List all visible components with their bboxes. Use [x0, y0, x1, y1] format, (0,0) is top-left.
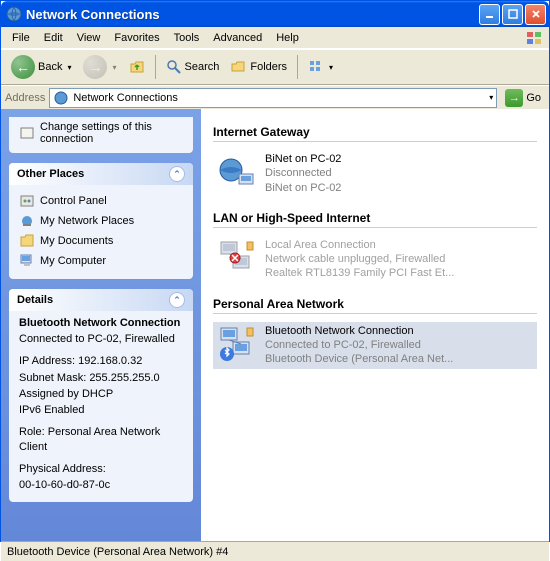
address-bar: Address Network Connections ▾ → Go [1, 85, 549, 109]
panel-header[interactable]: Details ⌃ [9, 289, 193, 311]
detail-mask: Subnet Mask: 255.255.255.0 [19, 370, 183, 386]
search-icon [166, 59, 182, 75]
details-panel: Details ⌃ Bluetooth Network Connection C… [9, 289, 193, 502]
close-button[interactable] [525, 4, 546, 25]
search-button[interactable]: Search [161, 56, 225, 78]
views-button[interactable]: ▾ [303, 56, 338, 78]
connection-device: Bluetooth Device (Personal Area Net... [265, 352, 453, 366]
address-label: Address [5, 92, 45, 104]
detail-mac: 00-10-60-d0-87-0c [19, 477, 183, 493]
bluetooth-pan-icon [217, 324, 257, 364]
forward-icon: → [83, 55, 107, 79]
back-icon: ← [11, 55, 35, 79]
connection-item-binet[interactable]: BiNet on PC-02 Disconnected BiNet on PC-… [213, 150, 537, 197]
toolbar: ← Back ▾ → ▾ Search Folders ▾ [1, 49, 549, 85]
detail-ipv6: IPv6 Enabled [19, 402, 183, 418]
location-icon [53, 90, 69, 106]
folders-icon [231, 59, 247, 75]
detail-dhcp: Assigned by DHCP [19, 386, 183, 402]
app-icon [6, 6, 22, 22]
windows-flag-icon [525, 30, 545, 46]
detail-status: Connected to PC-02, Firewalled [19, 331, 183, 347]
chevron-down-icon: ▾ [112, 63, 116, 72]
menu-advanced[interactable]: Advanced [206, 30, 269, 46]
group-internet-gateway: Internet Gateway [213, 125, 537, 142]
link-my-documents[interactable]: My Documents [19, 231, 183, 251]
folders-button[interactable]: Folders [226, 56, 292, 78]
settings-icon [19, 125, 35, 141]
network-places-icon [19, 213, 35, 229]
detail-name: Bluetooth Network Connection [19, 317, 183, 329]
connection-name: Bluetooth Network Connection [265, 324, 453, 338]
forward-button[interactable]: → ▾ [78, 52, 121, 82]
network-tasks-panel: Change settings of this connection [9, 117, 193, 153]
connection-item-lan[interactable]: Local Area Connection Network cable unpl… [213, 236, 537, 283]
views-icon [308, 59, 324, 75]
menu-file[interactable]: File [5, 30, 37, 46]
content-area: Change settings of this connection Other… [1, 109, 549, 541]
tasks-pane: Change settings of this connection Other… [1, 109, 201, 541]
computer-icon [19, 253, 35, 269]
maximize-button[interactable] [502, 4, 523, 25]
address-value: Network Connections [73, 92, 178, 104]
status-text: Bluetooth Device (Personal Area Network)… [7, 546, 228, 558]
folders-label: Folders [250, 61, 287, 73]
menu-bar: File Edit View Favorites Tools Advanced … [1, 27, 549, 49]
connection-device: Realtek RTL8139 Family PCI Fast Et... [265, 266, 454, 280]
chevron-down-icon[interactable]: ▾ [489, 93, 493, 102]
back-label: Back [38, 61, 62, 73]
connection-status: Connected to PC-02, Firewalled [265, 338, 453, 352]
minimize-button[interactable] [479, 4, 500, 25]
lan-icon [217, 238, 257, 278]
up-button[interactable] [124, 56, 150, 78]
connection-status: Network cable unplugged, Firewalled [265, 252, 454, 266]
menu-tools[interactable]: Tools [167, 30, 207, 46]
chevron-down-icon: ▾ [67, 63, 71, 72]
status-bar: Bluetooth Device (Personal Area Network)… [1, 541, 549, 561]
control-panel-icon [19, 193, 35, 209]
detail-role: Role: Personal Area Network Client [19, 424, 183, 455]
detail-mac-label: Physical Address: [19, 461, 183, 477]
go-icon: → [505, 89, 523, 107]
task-link-label: Change settings of this connection [40, 121, 183, 145]
task-link-change-settings[interactable]: Change settings of this connection [19, 121, 183, 145]
back-button[interactable]: ← Back ▾ [6, 52, 76, 82]
panel-header[interactable]: Other Places ⌃ [9, 163, 193, 185]
group-pan: Personal Area Network [213, 297, 537, 314]
menu-edit[interactable]: Edit [37, 30, 70, 46]
collapse-icon[interactable]: ⌃ [169, 166, 185, 182]
connection-device: BiNet on PC-02 [265, 181, 341, 195]
toolbar-separator [297, 55, 298, 79]
connection-name: Local Area Connection [265, 238, 454, 252]
address-input[interactable]: Network Connections ▾ [49, 88, 497, 108]
connection-status: Disconnected [265, 166, 341, 180]
link-network-places[interactable]: My Network Places [19, 211, 183, 231]
link-control-panel[interactable]: Control Panel [19, 191, 183, 211]
panel-title: Other Places [17, 168, 84, 180]
connections-list: Internet Gateway BiNet on PC-02 Disconne… [201, 109, 549, 541]
menu-view[interactable]: View [70, 30, 108, 46]
link-my-computer[interactable]: My Computer [19, 251, 183, 271]
collapse-icon[interactable]: ⌃ [169, 292, 185, 308]
gateway-icon [217, 152, 257, 192]
panel-title: Details [17, 294, 53, 306]
chevron-down-icon: ▾ [329, 63, 333, 72]
menu-help[interactable]: Help [269, 30, 306, 46]
toolbar-separator [155, 55, 156, 79]
menu-favorites[interactable]: Favorites [107, 30, 166, 46]
window-title: Network Connections [26, 7, 479, 22]
other-places-panel: Other Places ⌃ Control Panel My Network … [9, 163, 193, 279]
detail-ip: IP Address: 192.168.0.32 [19, 353, 183, 369]
go-label: Go [526, 92, 541, 104]
title-bar: Network Connections [1, 1, 549, 27]
documents-icon [19, 233, 35, 249]
group-lan: LAN or High-Speed Internet [213, 211, 537, 228]
search-label: Search [185, 61, 220, 73]
connection-item-bluetooth[interactable]: Bluetooth Network Connection Connected t… [213, 322, 537, 369]
connection-name: BiNet on PC-02 [265, 152, 341, 166]
go-button[interactable]: → Go [501, 88, 545, 108]
folder-up-icon [129, 59, 145, 75]
